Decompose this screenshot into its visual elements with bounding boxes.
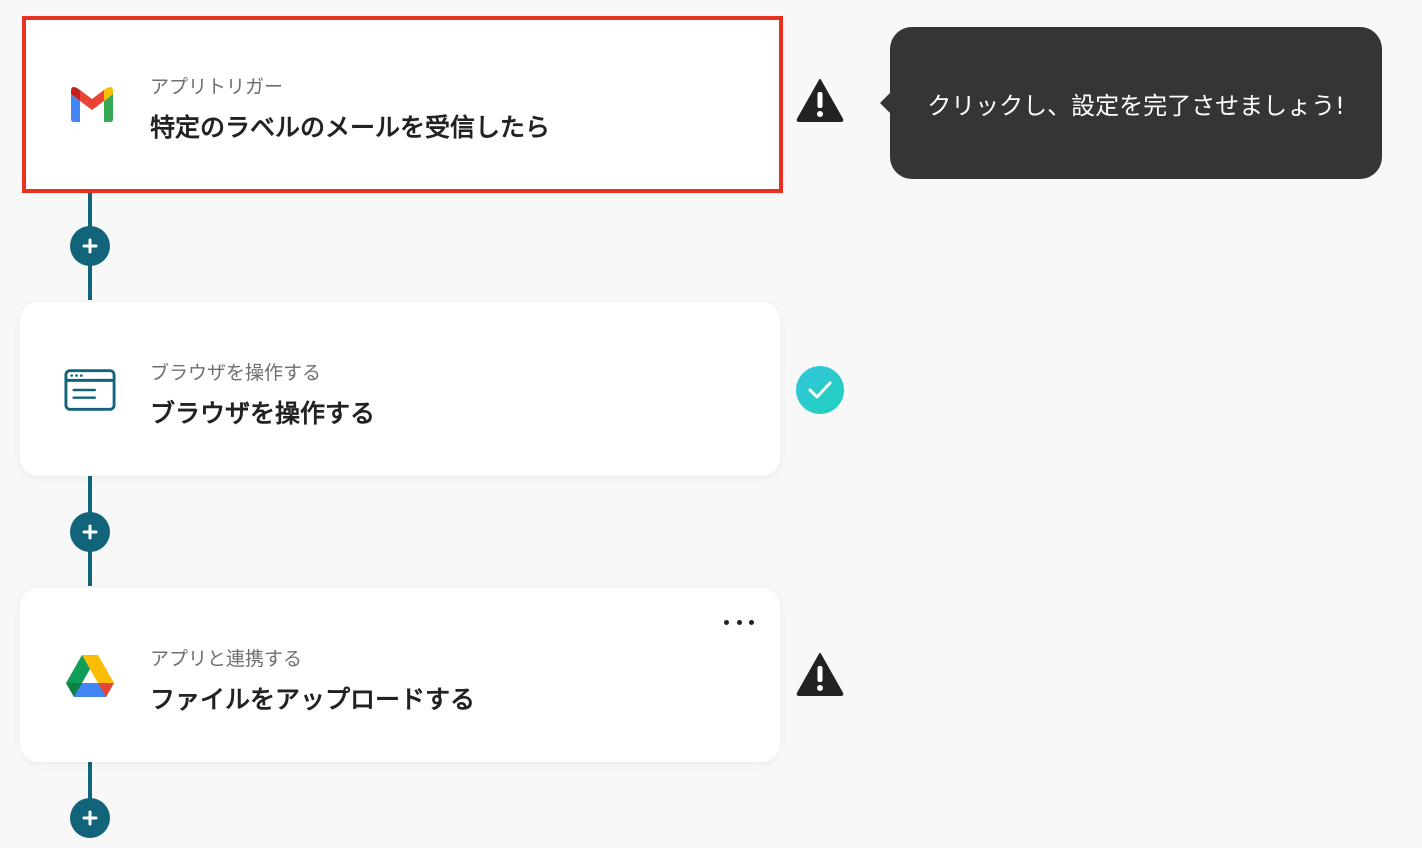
- step-card-gmail-trigger[interactable]: アプリトリガー 特定のラベルのメールを受信したら: [22, 16, 783, 193]
- plus-icon: [82, 238, 98, 254]
- google-drive-icon: [64, 652, 116, 700]
- plus-icon: [82, 524, 98, 540]
- plus-icon: [82, 810, 98, 826]
- more-options-button[interactable]: [724, 612, 754, 632]
- add-step-button[interactable]: [70, 798, 110, 838]
- step-card-browser[interactable]: ブラウザを操作する ブラウザを操作する: [20, 302, 780, 476]
- warning-icon: [796, 76, 844, 124]
- step-subtitle: ブラウザを操作する: [150, 362, 322, 384]
- add-step-button[interactable]: [70, 512, 110, 552]
- ellipsis-icon: [724, 619, 729, 625]
- step-title: 特定のラベルのメールを受信したら: [150, 113, 551, 142]
- tooltip-text: クリックし、設定を完了させましょう!: [927, 91, 1345, 120]
- ellipsis-icon: [736, 619, 742, 625]
- step-title: ファイルをアップロードする: [150, 685, 476, 714]
- step-title: ブラウザを操作する: [150, 399, 376, 428]
- step-subtitle: アプリと連携する: [150, 648, 303, 670]
- step-subtitle: アプリトリガー: [150, 76, 284, 98]
- flow-connector: [88, 762, 92, 802]
- setup-tooltip: クリックし、設定を完了させましょう!: [880, 27, 1382, 179]
- browser-window-icon: [64, 366, 116, 414]
- flow-canvas: アプリトリガー 特定のラベルのメールを受信したら クリックし、設定を完了させまし…: [0, 0, 1422, 848]
- step-card-google-drive[interactable]: アプリと連携する ファイルをアップロードする: [20, 588, 780, 762]
- warning-icon: [796, 650, 844, 698]
- gmail-icon: [66, 80, 118, 128]
- add-step-button[interactable]: [70, 226, 110, 266]
- ellipsis-icon: [749, 619, 754, 625]
- check-circle-icon: [796, 366, 844, 414]
- tooltip-arrow: [880, 93, 890, 113]
